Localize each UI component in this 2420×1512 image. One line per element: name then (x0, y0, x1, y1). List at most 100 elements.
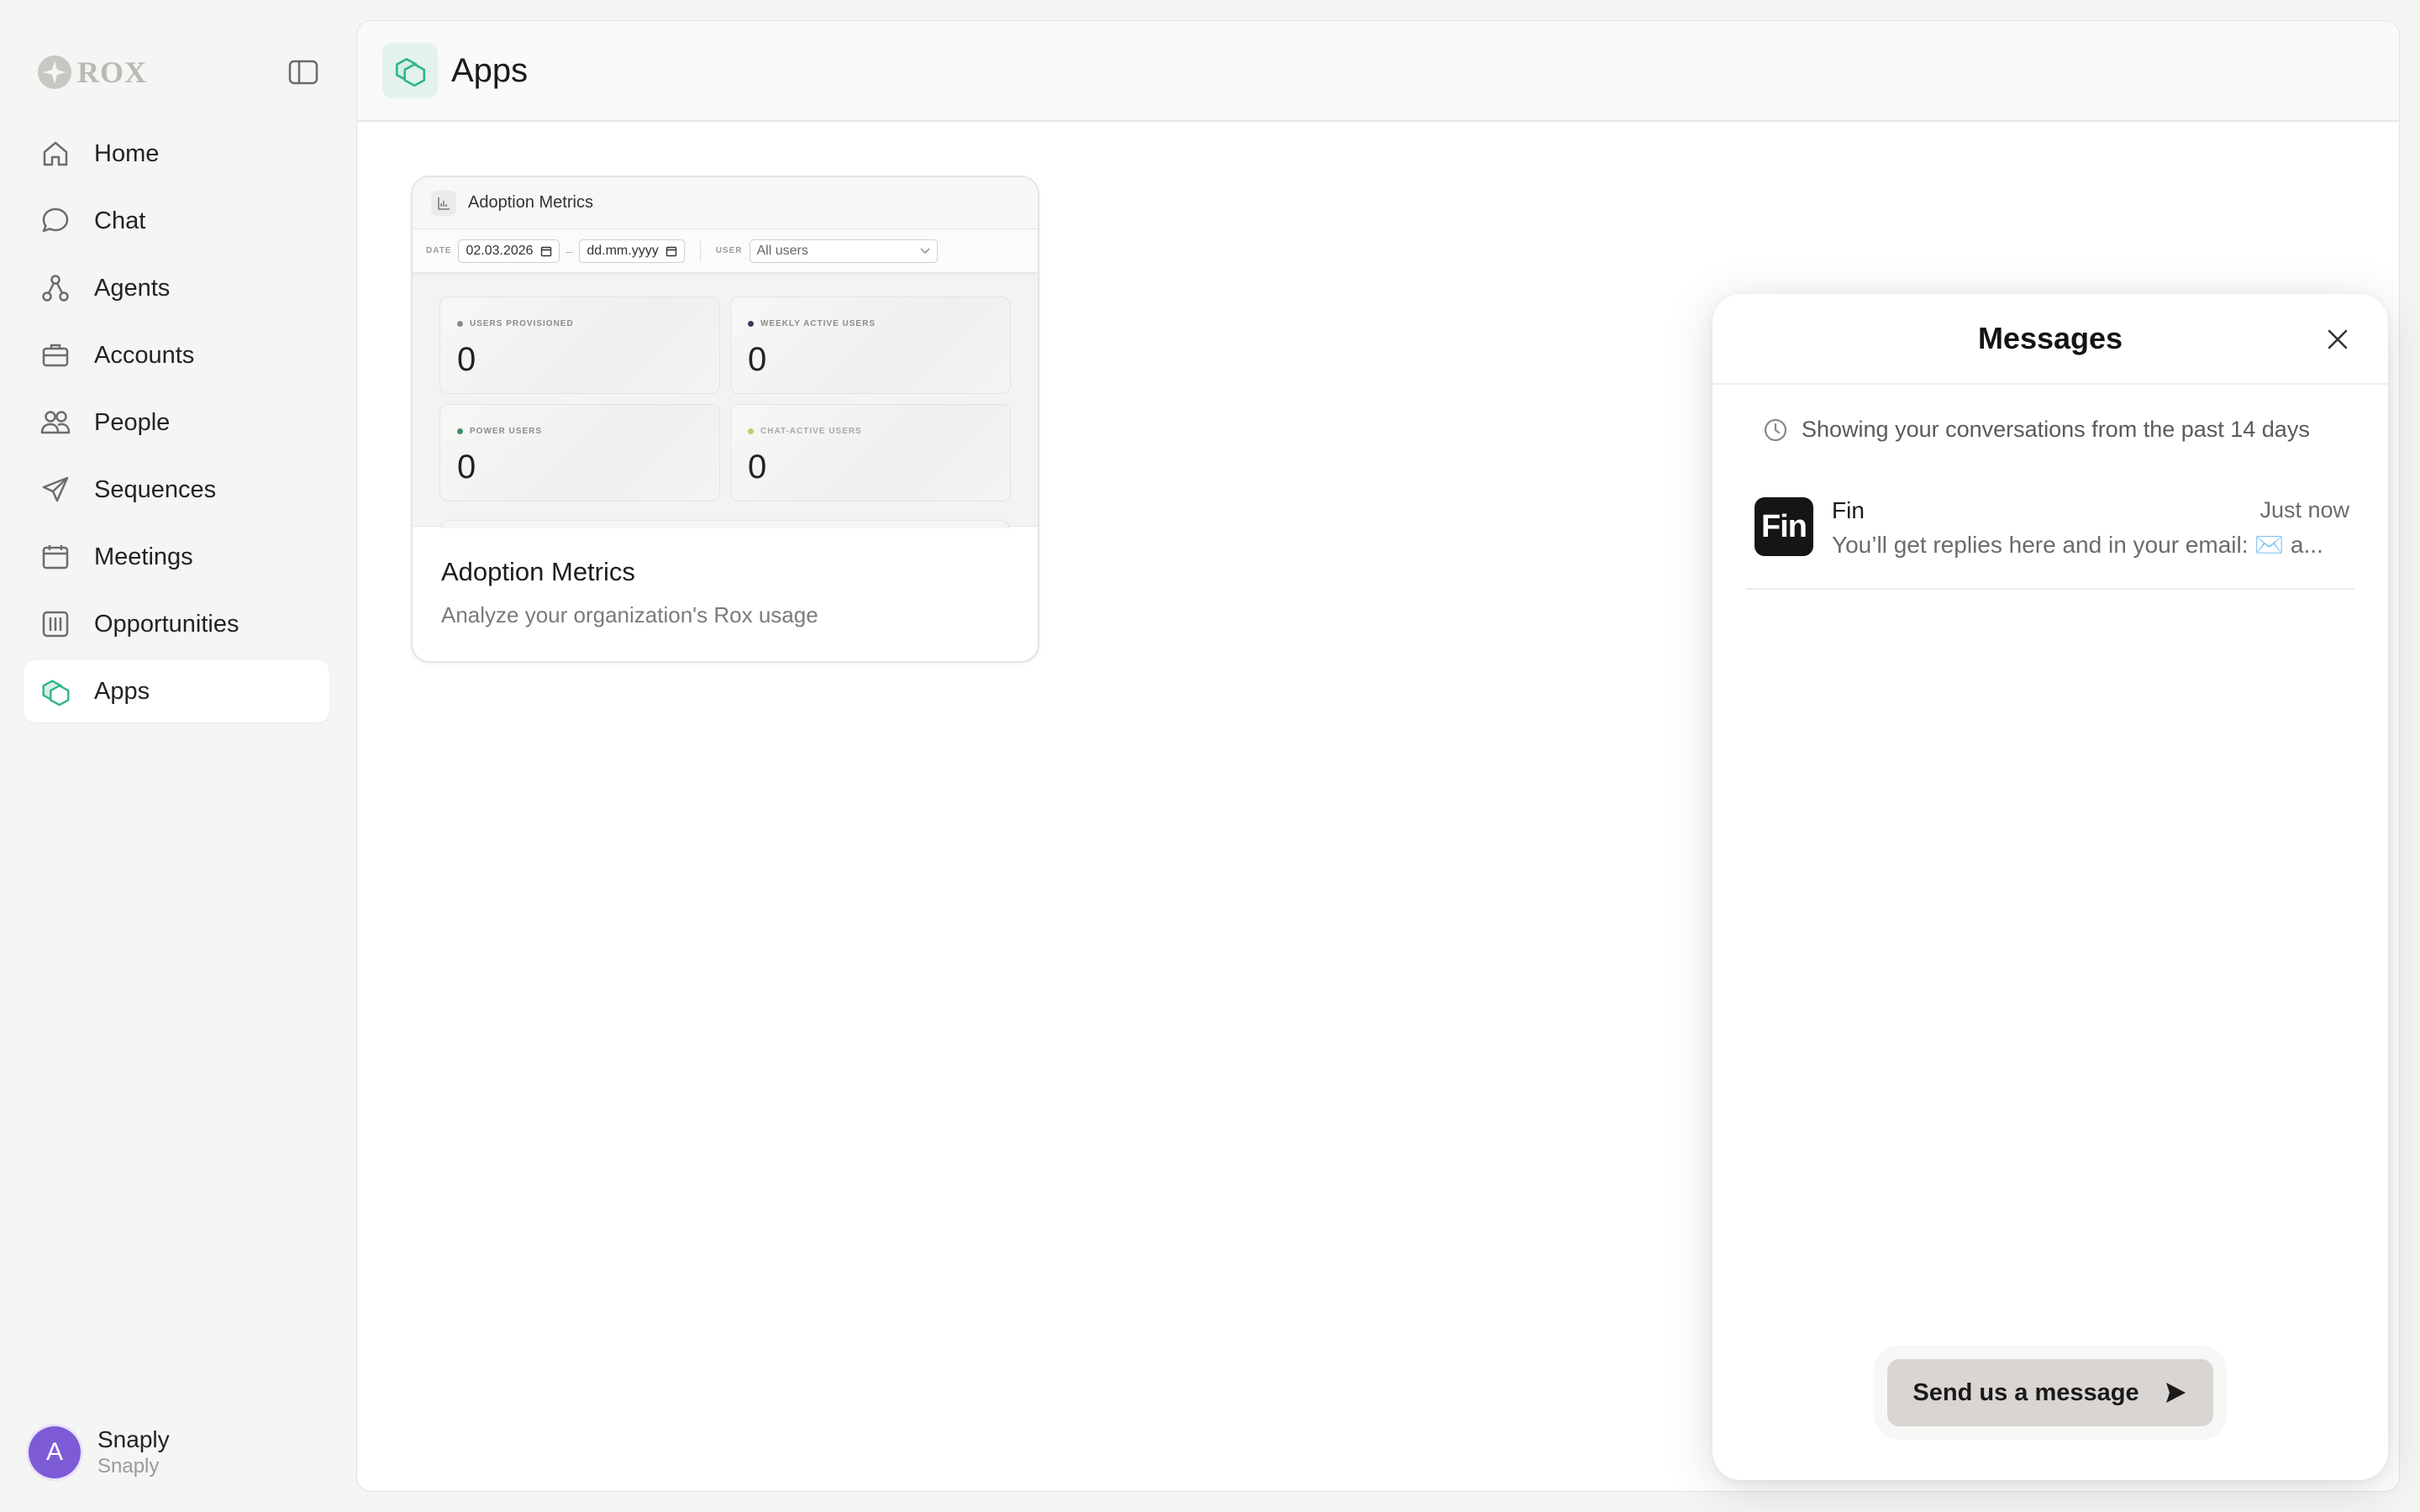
metric-card: USERS PROVISIONED 0 (439, 297, 720, 394)
metric-label-text: POWER USERS (470, 427, 543, 436)
sidebar-toggle-icon (288, 60, 318, 85)
metric-value: 0 (748, 449, 767, 486)
metric-label: POWER USERS (457, 427, 542, 436)
sidebar-item-label: Agents (94, 274, 171, 302)
sidebar-item-label: Meetings (94, 543, 193, 570)
sidebar-item-sequences[interactable]: Sequences (24, 459, 329, 521)
sidebar-item-label: Apps (94, 677, 150, 705)
metric-value: 0 (457, 341, 476, 378)
preview-user-label: USER (715, 246, 743, 255)
agents-icon (39, 271, 72, 305)
metric-card: CHAT-ACTIVE USERS 0 (730, 404, 1011, 501)
metric-label-text: USERS PROVISIONED (470, 319, 574, 328)
metric-label: CHAT-ACTIVE USERS (748, 427, 862, 436)
apps-icon (39, 675, 72, 708)
metric-card: POWER USERS 0 (439, 404, 720, 501)
bar-chart-icon (431, 190, 456, 216)
sidebar-item-agents[interactable]: Agents (24, 257, 329, 319)
briefcase-icon (39, 339, 72, 372)
home-icon (39, 137, 72, 171)
app-card-body: Adoption Metrics Analyze your organizati… (413, 527, 1038, 659)
metric-card: WEEKLY ACTIVE USERS 0 (730, 297, 1011, 394)
preview-date-from: 02.03.2026 (458, 239, 560, 263)
preview-date-label: DATE (426, 246, 452, 255)
messages-header: Messages (1712, 294, 2388, 385)
sidebar-toggle-button[interactable] (286, 57, 321, 87)
chevron-down-icon (919, 247, 930, 255)
sidebar-item-home[interactable]: Home (24, 123, 329, 185)
calendar-icon (540, 245, 552, 257)
rox-logo-icon (37, 55, 72, 90)
preview-user-select-value: All users (756, 243, 808, 258)
apps-icon (382, 43, 438, 98)
close-icon (2327, 328, 2349, 350)
sidebar-item-opportunities[interactable]: Opportunities (24, 593, 329, 655)
sidebar-item-label: Accounts (94, 341, 195, 369)
app-preview: Adoption Metrics DATE 02.03.2026 – dd.mm… (413, 177, 1038, 528)
metric-value: 0 (748, 341, 767, 378)
people-icon (39, 406, 72, 439)
sidebar-item-label: Sequences (94, 475, 217, 503)
sidebar-item-accounts[interactable]: Accounts (24, 324, 329, 386)
send-message-label: Send us a message (1912, 1378, 2139, 1406)
conversation-time: Just now (2260, 497, 2349, 522)
status-dot (457, 428, 463, 434)
preview-date-to-value: dd.mm.yyyy (587, 243, 659, 258)
close-button[interactable] (2324, 326, 2351, 353)
sidebar-item-meetings[interactable]: Meetings (24, 526, 329, 588)
calendar-icon (39, 540, 72, 574)
preview-next-card (441, 520, 1009, 528)
conversation-preview: You’ll get replies here and in your emai… (1832, 532, 2323, 558)
preview-title: Adoption Metrics (468, 193, 593, 212)
sidebar-item-label: Opportunities (94, 610, 239, 638)
divider (699, 240, 701, 261)
chat-bubble-icon (39, 204, 72, 238)
app-card-title: Adoption Metrics (441, 557, 635, 586)
preview-date-to: dd.mm.yyyy (579, 239, 685, 263)
page-title: Apps (451, 51, 529, 89)
metric-label-text: CHAT-ACTIVE USERS (760, 427, 862, 436)
conversation-name: Fin (1832, 497, 1865, 523)
sidebar-item-apps[interactable]: Apps (24, 660, 329, 722)
sidebar-item-label: Home (94, 139, 160, 167)
sidebar-item-people[interactable]: People (24, 391, 329, 454)
preview-user-select: All users (749, 239, 938, 263)
messages-panel: Messages Showing your conversations from… (1712, 294, 2388, 1480)
sidebar-nav: Home Chat Agents Accounts People Sequenc… (24, 123, 329, 727)
columns-icon (39, 607, 72, 641)
paper-plane-icon (39, 473, 72, 507)
page-header: Apps (357, 21, 2399, 122)
avatar: A (29, 1426, 81, 1478)
metric-label: USERS PROVISIONED (457, 319, 574, 328)
metric-label-text: WEEKLY ACTIVE USERS (760, 319, 876, 328)
history-notice: Showing your conversations from the past… (1763, 417, 2310, 443)
status-dot (748, 321, 754, 327)
metric-label: WEEKLY ACTIVE USERS (748, 319, 876, 328)
preview-date-from-value: 02.03.2026 (466, 243, 534, 258)
send-arrow-icon (2163, 1380, 2188, 1405)
user-org: Snaply (97, 1455, 160, 1478)
brand-logo[interactable]: ROX (37, 52, 147, 92)
user-name: Snaply (97, 1426, 170, 1452)
brand-name: ROX (77, 55, 147, 89)
history-notice-text: Showing your conversations from the past… (1802, 417, 2310, 442)
sidebar-item-label: Chat (94, 207, 146, 234)
messages-title: Messages (1977, 321, 2123, 355)
fin-logo: Fin (1754, 497, 1813, 556)
status-dot (457, 321, 463, 327)
conversation-item[interactable]: Fin Fin Just now You’ll get replies here… (1746, 484, 2354, 590)
preview-date-separator: – (566, 244, 573, 258)
user-profile[interactable]: A Snaply Snaply (29, 1426, 170, 1478)
preview-filter-bar: DATE 02.03.2026 – dd.mm.yyyy USER All us… (413, 229, 1038, 273)
app-card-adoption-metrics[interactable]: Adoption Metrics DATE 02.03.2026 – dd.mm… (411, 176, 1039, 663)
send-message-button[interactable]: Send us a message (1887, 1359, 2213, 1426)
sidebar-item-chat[interactable]: Chat (24, 190, 329, 252)
app-card-description: Analyze your organization's Rox usage (441, 602, 818, 627)
status-dot (748, 428, 754, 434)
metric-value: 0 (457, 449, 476, 486)
calendar-icon (666, 245, 677, 257)
sidebar-item-label: People (94, 408, 171, 436)
sidebar: ROX Home Chat Agents Accounts People Seq… (0, 0, 353, 1512)
clock-icon (1763, 417, 1788, 443)
preview-header: Adoption Metrics (413, 177, 1038, 229)
